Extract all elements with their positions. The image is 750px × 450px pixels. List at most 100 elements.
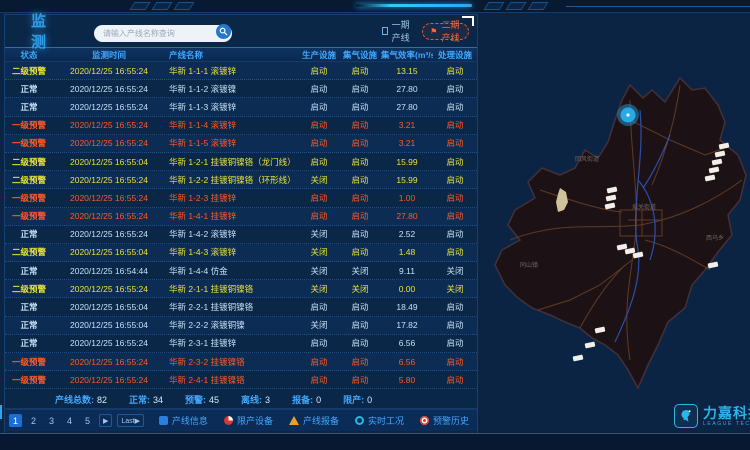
pagination: 12345 ▶ Last▶ [9,414,144,427]
gas-cell: 启动 [339,65,381,77]
table-row[interactable]: 一级预警2020/12/25 16:55:24华新 1-1-5 滚镀锌启动启动3… [5,135,477,153]
gas-cell: 启动 [339,192,381,204]
status-cell: 一级预警 [5,356,53,368]
page-button-5[interactable]: 5 [81,414,94,427]
table-row[interactable]: 一级预警2020/12/25 16:55:24华新 1-4-1 挂镀锌启动启动2… [5,208,477,226]
map-place-label: 西乌乡 [706,234,724,242]
table-row[interactable]: 一级预警2020/12/25 16:55:24华新 2-4-1 挂镀镍铬启动启动… [5,371,477,389]
table-row[interactable]: 正常2020/12/25 16:55:24华新 1-4-2 滚镀锌关闭启动2.5… [5,226,477,244]
rate-cell: 1.00 [381,193,433,203]
rate-cell: 13.15 [381,66,433,76]
status-cell: 正常 [5,319,53,331]
phase1-checkbox[interactable]: 一期产线 [382,18,414,44]
gas-cell: 启动 [339,156,381,168]
checkbox-icon [382,27,388,35]
bottom-bar: 12345 ▶ Last▶ 产线信息 限产设备 产线报备 实时工况 预警历史 [5,409,477,431]
table-row[interactable]: 正常2020/12/25 16:55:24华新 1-1-2 滚镀镍启动启动27.… [5,80,477,98]
page-button-3[interactable]: 3 [45,414,58,427]
time-cell: 2020/12/25 16:55:24 [53,193,165,203]
decor-slants-left [132,2,192,10]
production-cell: 启动 [299,356,339,368]
page-button-1[interactable]: 1 [9,414,22,427]
table-row[interactable]: 正常2020/12/25 16:54:44华新 1-4-4 仿金关闭关闭9.11… [5,262,477,280]
line-name-cell: 华新 1-1-3 滚镀锌 [165,101,299,113]
table-row[interactable]: 正常2020/12/25 16:55:04华新 2-2-1 挂镀铜镍铬启动启动1… [5,298,477,316]
treatment-cell: 启动 [433,174,477,186]
flag-icon: ⚑ [430,27,437,36]
line-name-cell: 华新 1-1-2 滚镀镍 [165,83,299,95]
line-name-cell: 华新 1-1-1 滚镀锌 [165,65,299,77]
gas-cell: 启动 [339,83,381,95]
table-row[interactable]: 正常2020/12/25 16:55:24华新 1-1-3 滚镀锌启动启动27.… [5,98,477,116]
table-row[interactable]: 正常2020/12/25 16:55:04华新 2-2-2 滚镀铜镍关闭启动17… [5,317,477,335]
status-cell: 二级预警 [5,246,53,258]
rate-cell: 9.11 [381,266,433,276]
action-label: 限产设备 [237,414,273,427]
gas-cell: 启动 [339,356,381,368]
district-map: 回风街道城关街道西乌乡同山镇 [480,60,750,390]
time-cell: 2020/12/25 16:55:24 [53,357,165,367]
time-cell: 2020/12/25 16:54:44 [53,266,165,276]
status-cell: 正常 [5,265,53,277]
rate-cell: 1.48 [381,247,433,257]
last-page-button[interactable]: Last▶ [117,414,144,427]
rate-cell: 3.21 [381,138,433,148]
action-report[interactable]: 产线报备 [289,414,339,427]
table-header: 状态监测时间产线名称生产设施集气设施集气效率(m³/s)处理设施 [5,47,477,62]
line-name-cell: 华新 1-4-3 滚镀锌 [165,246,299,258]
status-cell: 一级预警 [5,374,53,386]
status-cell: 一级预警 [5,192,53,204]
line-name-cell: 华新 2-4-1 挂镀镍铬 [165,374,299,386]
action-info[interactable]: 产线信息 [159,414,208,427]
brand-subtitle: LEAGUE TECH [703,422,750,427]
page-button-4[interactable]: 4 [63,414,76,427]
site-marker[interactable] [573,355,584,362]
table-row[interactable]: 正常2020/12/25 16:55:24华新 2-3-1 挂镀锌启动启动6.5… [5,335,477,353]
rate-cell: 15.99 [381,175,433,185]
treatment-cell: 启动 [433,210,477,222]
table-row[interactable]: 二级预警2020/12/25 16:55:24华新 1-1-1 滚镀锌启动启动1… [5,62,477,80]
table-row[interactable]: 二级预警2020/12/25 16:55:24华新 1-2-2 挂镀铜镍铬（环形… [5,171,477,189]
table-row[interactable]: 一级预警2020/12/25 16:55:24华新 1-1-4 滚镀锌启动启动3… [5,117,477,135]
status-cell: 二级预警 [5,174,53,186]
time-cell: 2020/12/25 16:55:24 [53,211,165,221]
production-cell: 关闭 [299,228,339,240]
map-panel[interactable]: 回风街道城关街道西乌乡同山镇 [480,60,750,390]
history-icon [420,416,429,425]
line-name-cell: 华新 1-4-1 挂镀锌 [165,210,299,222]
summary-item: 预警:45 [185,393,219,406]
action-realtime[interactable]: 实时工况 [355,414,404,427]
site-marker[interactable] [585,342,596,349]
treatment-cell: 关闭 [433,283,477,295]
corner-bracket [462,16,474,26]
panel-header: 监 测 一期产线 ⚑ 二期产线 [5,15,477,47]
action-label: 预警历史 [433,414,469,427]
line-name-cell: 华新 2-3-2 挂镀镍铬 [165,356,299,368]
table-row[interactable]: 二级预警2020/12/25 16:55:24华新 2-1-1 挂镀铜镍铬关闭关… [5,280,477,298]
gas-cell: 关闭 [339,283,381,295]
table-row[interactable]: 一级预警2020/12/25 16:55:24华新 1-2-3 挂镀锌启动启动1… [5,189,477,207]
page-button-2[interactable]: 2 [27,414,40,427]
action-history[interactable]: 预警历史 [420,414,469,427]
action-label: 产线报备 [303,414,339,427]
table-row[interactable]: 二级预警2020/12/25 16:55:04华新 1-2-1 挂镀铜镍铬（龙门… [5,153,477,171]
treatment-cell: 启动 [433,156,477,168]
treatment-cell: 启动 [433,374,477,386]
next-page-button[interactable]: ▶ [99,414,112,427]
table-row[interactable]: 一级预警2020/12/25 16:55:24华新 2-3-2 挂镀镍铬启动启动… [5,353,477,371]
search-icon[interactable] [216,24,231,39]
line-name-cell: 华新 1-1-5 滚镀锌 [165,137,299,149]
brand-text: 力嘉科技 LEAGUE TECH [703,406,750,427]
page-title: 监 测 [31,10,72,52]
phase1-label: 一期产线 [392,18,414,44]
table-row[interactable]: 二级预警2020/12/25 16:55:04华新 1-4-3 滚镀锌关闭启动1… [5,244,477,262]
treatment-cell: 启动 [433,65,477,77]
gas-cell: 启动 [339,337,381,349]
search-input[interactable] [94,25,232,42]
summary-item: 离线:3 [241,393,270,406]
action-limit[interactable]: 限产设备 [224,414,273,427]
production-cell: 关闭 [299,283,339,295]
alert-marker[interactable] [617,104,639,126]
brand-logo: 力嘉科技 LEAGUE TECH [674,404,750,428]
gas-cell: 启动 [339,210,381,222]
